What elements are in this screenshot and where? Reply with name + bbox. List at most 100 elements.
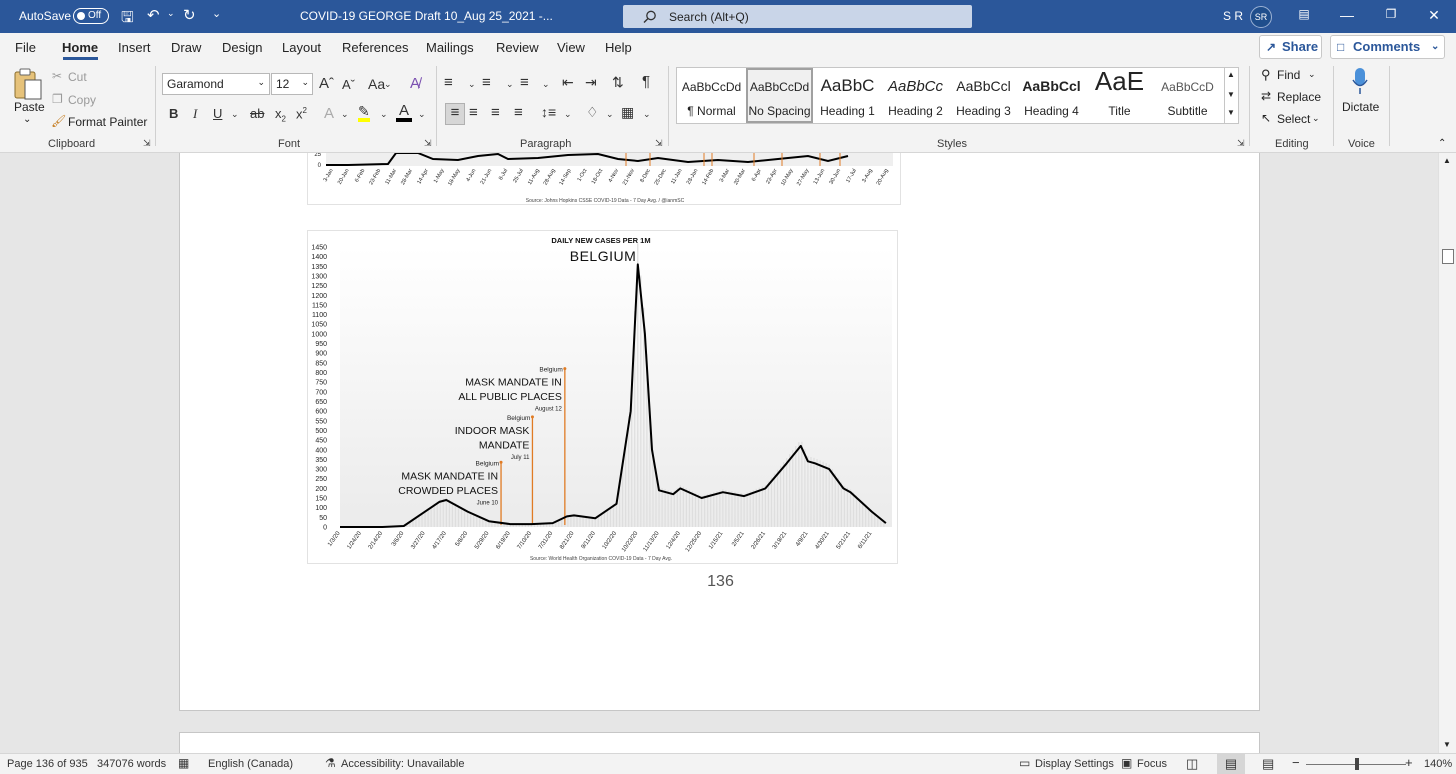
autosave-toggle[interactable]: Off <box>73 8 109 24</box>
chevron-down-icon[interactable]: ⌄ <box>542 79 550 90</box>
chevron-down-icon[interactable]: ⌄ <box>468 79 476 90</box>
styles-launcher-icon[interactable]: ⇲ <box>1237 138 1245 149</box>
chevron-down-icon[interactable]: ⌄ <box>1308 69 1316 80</box>
paste-button[interactable]: Paste <box>14 100 45 114</box>
accessibility-status[interactable]: Accessibility: Unavailable <box>341 758 465 770</box>
save-icon[interactable]: 🖫 <box>121 7 134 32</box>
cut-button[interactable]: Cut <box>68 70 87 84</box>
align-right-icon[interactable]: ≡ <box>491 104 500 121</box>
scroll-up-icon[interactable]: ▲ <box>1443 156 1451 165</box>
tab-view[interactable]: View <box>557 40 585 55</box>
superscript-icon[interactable]: x2 <box>296 106 307 121</box>
word-count[interactable]: 347076 words <box>97 758 166 770</box>
microphone-icon[interactable] <box>1351 67 1369 95</box>
decrease-indent-icon[interactable]: ⇤ <box>562 74 574 91</box>
chevron-down-icon[interactable]: ⌄ <box>506 79 514 90</box>
shrink-font-icon[interactable]: Aˇ <box>342 77 355 92</box>
comments-button[interactable]: □ Comments ⌄ <box>1330 35 1445 59</box>
tab-help[interactable]: Help <box>605 40 632 55</box>
undo-dropdown-icon[interactable]: ⌄ <box>167 8 175 19</box>
increase-indent-icon[interactable]: ⇥ <box>585 74 597 91</box>
align-left-icon[interactable]: ≡ <box>445 103 465 125</box>
select-button[interactable]: Select <box>1277 112 1310 126</box>
sort-icon[interactable]: ⇅ <box>612 74 624 91</box>
strikethrough-icon[interactable]: ab <box>250 106 264 121</box>
font-name-input[interactable]: Garamond ⌄ <box>162 73 270 95</box>
copy-button[interactable]: Copy <box>68 93 96 107</box>
chevron-up-icon[interactable]: ▲ <box>1227 70 1235 79</box>
styles-expand-icon[interactable]: ▼ <box>1227 108 1235 117</box>
highlight-icon[interactable]: ✎ <box>358 104 370 122</box>
share-button[interactable]: ↗ Share <box>1259 35 1322 59</box>
style-heading-2[interactable]: AaBbCc Heading 2 <box>882 68 949 123</box>
multilevel-list-icon[interactable]: ≡ <box>520 74 529 91</box>
chevron-down-icon[interactable]: ⌄ <box>418 109 426 120</box>
chevron-down-icon[interactable]: ⌄ <box>564 109 572 120</box>
tab-draw[interactable]: Draw <box>171 40 201 55</box>
underline-icon[interactable]: U <box>213 106 222 121</box>
page-indicator[interactable]: Page 136 of 935 <box>7 758 88 770</box>
shading-icon[interactable]: ♢ <box>586 104 599 121</box>
style-subtitle[interactable]: AaBbCcD Subtitle <box>1154 68 1221 123</box>
style-heading-4[interactable]: AaBbCcl Heading 4 <box>1018 68 1085 123</box>
tab-mailings[interactable]: Mailings <box>426 40 474 55</box>
tab-design[interactable]: Design <box>222 40 262 55</box>
style-heading-3[interactable]: AaBbCcl Heading 3 <box>950 68 1017 123</box>
undo-icon[interactable]: ↶ <box>147 6 160 24</box>
subscript-icon[interactable]: x2 <box>275 106 286 124</box>
paste-dropdown-icon[interactable]: ⌄ <box>23 114 31 125</box>
chevron-down-icon[interactable]: ⌄ <box>643 109 651 120</box>
ribbon-display-icon[interactable]: ▤ <box>1296 7 1312 25</box>
print-layout-icon[interactable]: ▤ <box>1217 754 1245 774</box>
paragraph-launcher-icon[interactable]: ⇲ <box>655 138 663 149</box>
clear-formatting-icon[interactable]: A̸ <box>410 75 420 92</box>
replace-button[interactable]: Replace <box>1277 90 1321 104</box>
font-size-input[interactable]: 12 ⌄ <box>271 73 313 95</box>
font-launcher-icon[interactable]: ⇲ <box>424 138 432 149</box>
read-mode-icon[interactable]: ◫ <box>1186 756 1198 772</box>
focus-button[interactable]: Focus <box>1137 758 1167 770</box>
search-box[interactable]: Search (Alt+Q) <box>623 5 972 28</box>
bold-icon[interactable]: B <box>169 106 178 121</box>
tab-layout[interactable]: Layout <box>282 40 321 55</box>
restore-icon[interactable]: ❐ <box>1383 7 1399 25</box>
tab-references[interactable]: References <box>342 40 408 55</box>
change-case-button[interactable]: Aa <box>368 76 385 92</box>
tab-insert[interactable]: Insert <box>118 40 151 55</box>
bullets-icon[interactable]: ≡ <box>444 74 453 91</box>
find-button[interactable]: Find <box>1277 68 1300 82</box>
minimize-icon[interactable]: — <box>1339 7 1355 25</box>
redo-icon[interactable]: ↻ <box>183 6 196 24</box>
grow-font-icon[interactable]: Aˆ <box>319 75 334 92</box>
chevron-down-icon[interactable]: ⌄ <box>1312 113 1320 124</box>
chevron-down-icon[interactable]: ⌄ <box>341 109 349 120</box>
customize-toolbar-icon[interactable]: ⌄ <box>212 7 221 20</box>
style-normal[interactable]: AaBbCcDd ¶ Normal <box>678 68 745 123</box>
italic-icon[interactable]: I <box>193 106 197 122</box>
language[interactable]: English (Canada) <box>208 758 293 770</box>
tab-file[interactable]: File <box>15 40 36 55</box>
proofing-icon[interactable]: ▦ <box>178 756 189 770</box>
vertical-scrollbar[interactable]: ▲ ▼ <box>1438 153 1456 753</box>
avatar[interactable]: SR <box>1250 6 1272 28</box>
text-effects-icon[interactable]: A <box>324 105 334 122</box>
justify-icon[interactable]: ≡ <box>514 104 523 121</box>
scroll-thumb[interactable] <box>1442 249 1454 264</box>
chevron-down-icon[interactable]: ⌄ <box>231 109 239 120</box>
paste-icon[interactable] <box>13 68 43 100</box>
chevron-down-icon[interactable]: ⌄ <box>384 79 392 90</box>
zoom-in-icon[interactable]: + <box>1405 755 1413 770</box>
line-spacing-icon[interactable]: ↕≡ <box>541 104 556 120</box>
dictate-button[interactable]: Dictate <box>1342 100 1379 114</box>
document-title[interactable]: COVID-19 GEORGE Draft 10_Aug 25_2021 -..… <box>300 9 553 23</box>
format-painter-button[interactable]: Format Painter <box>68 115 147 129</box>
zoom-slider-thumb[interactable] <box>1355 758 1359 770</box>
chevron-down-icon[interactable]: ⌄ <box>606 109 614 120</box>
close-icon[interactable]: ✕ <box>1426 7 1442 25</box>
collapse-ribbon-icon[interactable]: ⌃ <box>1438 138 1446 149</box>
chevron-down-icon[interactable]: ▼ <box>1227 90 1235 99</box>
styles-scroll[interactable]: ▲ ▼ ▼ <box>1224 67 1239 124</box>
style-heading-1[interactable]: AaBbC Heading 1 <box>814 68 881 123</box>
font-color-icon[interactable]: A <box>396 103 412 122</box>
display-settings-button[interactable]: Display Settings <box>1035 758 1114 770</box>
